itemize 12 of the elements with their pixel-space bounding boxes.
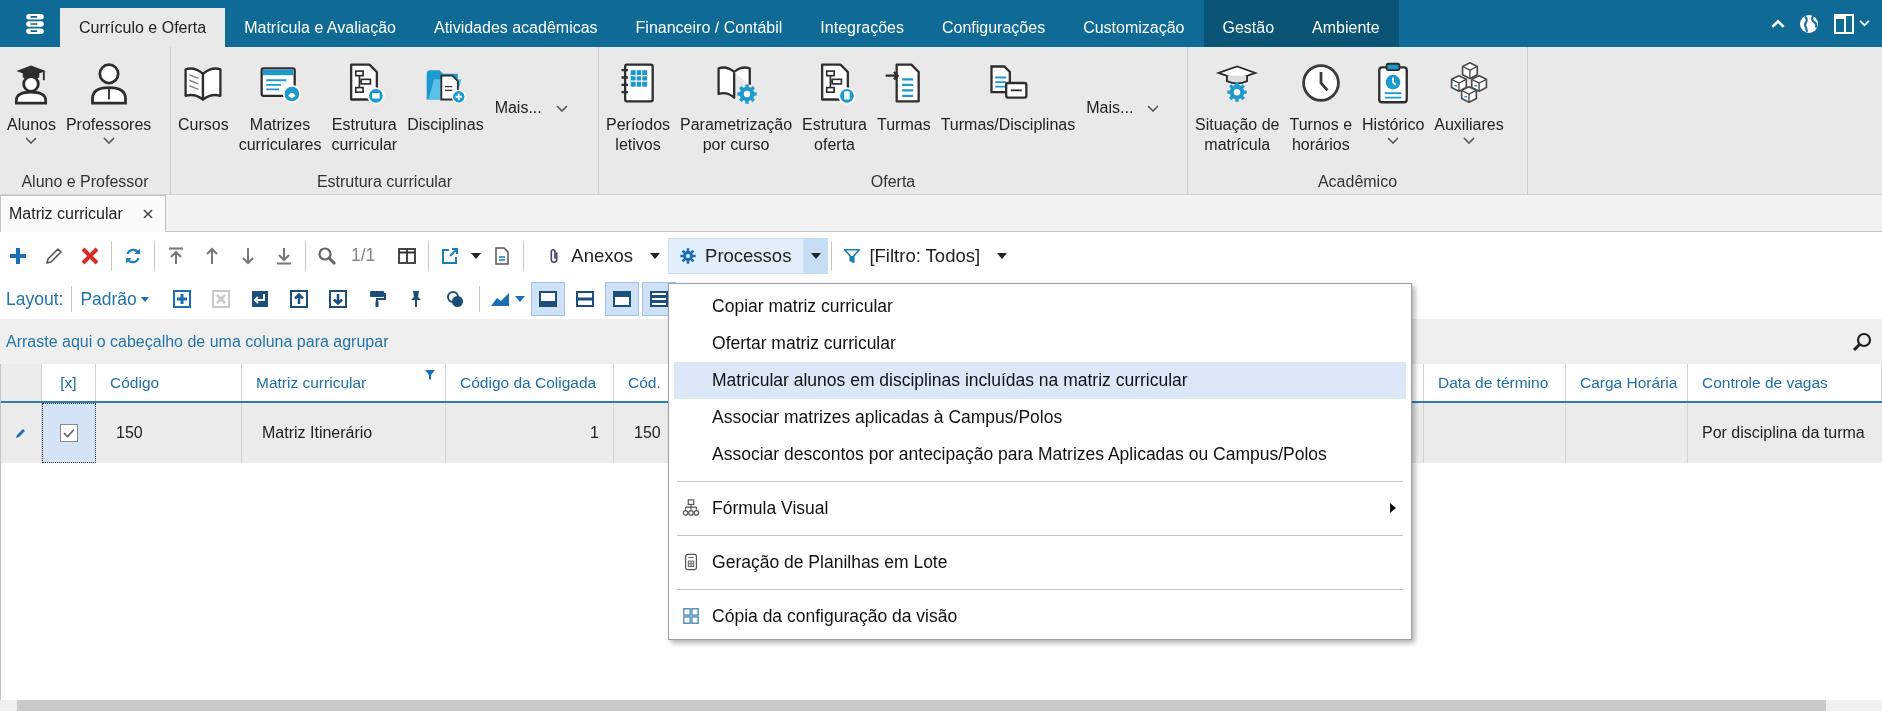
group-hint: Arraste aqui o cabeçalho de uma coluna para agrupar: [6, 332, 389, 351]
table-cell: Por disciplina da turma: [1702, 424, 1865, 442]
table-cell: 1: [590, 424, 599, 442]
group-label: Estrutura curricular: [315, 172, 454, 192]
table-cell: 150: [634, 424, 661, 442]
layout-label: Layout:: [6, 288, 64, 310]
group-label: Acadêmico: [1316, 172, 1399, 192]
table-cell: 150: [116, 424, 143, 442]
record-counter: 1/1: [351, 245, 376, 266]
table-cell: Matriz Itinerário: [262, 424, 373, 442]
group-label: Oferta: [869, 172, 917, 192]
group-label: Aluno e Professor: [20, 172, 150, 192]
